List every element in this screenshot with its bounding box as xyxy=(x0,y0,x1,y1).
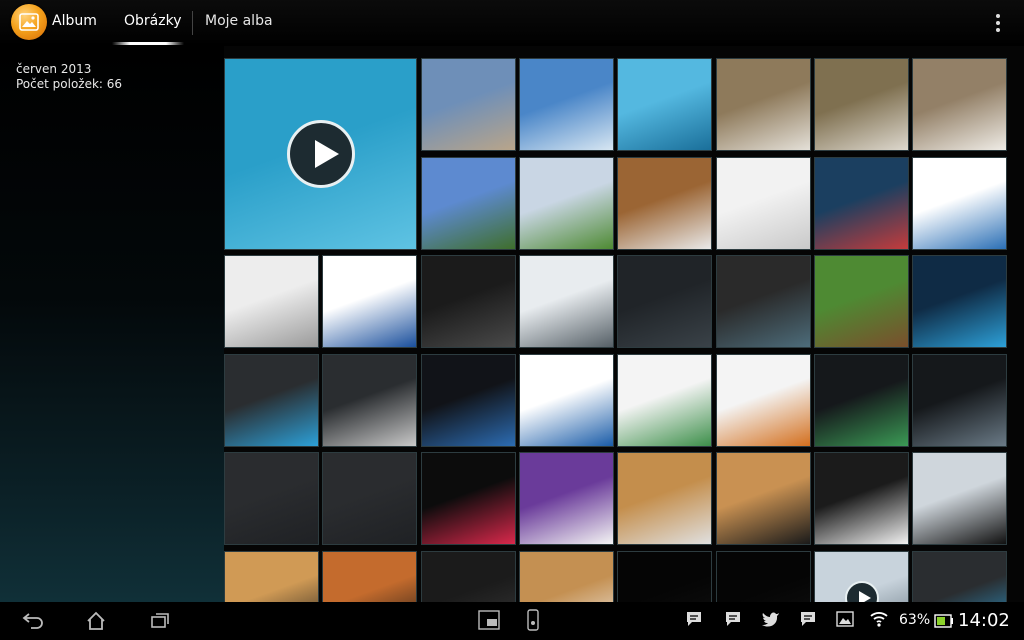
tab-divider xyxy=(192,11,193,35)
tab-my-albums[interactable]: Moje alba xyxy=(205,13,273,29)
thumbnail-screenshot-text-1[interactable] xyxy=(912,157,1007,250)
thumbnail-screenshot-home-3[interactable] xyxy=(912,551,1007,602)
thumbnail-screenshot-home-1[interactable] xyxy=(814,157,909,250)
twitter-icon xyxy=(762,611,780,631)
thumbnail-screenshot-settings-2[interactable] xyxy=(224,354,319,447)
home-icon[interactable] xyxy=(86,611,106,635)
thumbnail-cat-2[interactable] xyxy=(814,58,909,151)
thumbnail-video-pool[interactable] xyxy=(224,58,417,250)
thumbnail-devices-3[interactable] xyxy=(814,452,909,545)
small-apps-icon[interactable] xyxy=(478,610,500,634)
recent-apps-icon[interactable] xyxy=(150,611,170,633)
thumbnail-devices-4[interactable] xyxy=(912,452,1007,545)
thumbnail-screenshot-home-2[interactable] xyxy=(421,354,516,447)
thumbnail-pool-blue[interactable] xyxy=(617,58,712,151)
thumbnail-screenshot-dark-1[interactable] xyxy=(617,255,712,348)
battery-percent: 63% xyxy=(899,612,931,628)
album-app-icon[interactable] xyxy=(11,4,47,40)
thumbnail-devices-5[interactable] xyxy=(224,551,319,602)
thumbnail-screenshot-settings-1[interactable] xyxy=(519,255,614,348)
clock: 14:02 xyxy=(958,610,1010,631)
battery-icon xyxy=(934,613,954,632)
back-icon[interactable] xyxy=(22,611,44,633)
thumbnail-screenshot-clock[interactable] xyxy=(421,452,516,545)
thumbnail-video-sky[interactable] xyxy=(814,551,909,602)
group-info: červen 2013 Počet položek: 66 xyxy=(16,62,122,92)
thumbnail-screenshot-maps[interactable] xyxy=(519,452,614,545)
thumbnail-tv-dark[interactable] xyxy=(421,551,516,602)
thumbnail-screenshot-dark-2[interactable] xyxy=(224,452,319,545)
thumbnail-garden-2[interactable] xyxy=(519,157,614,250)
thumbnail-screenshot-ui-1[interactable] xyxy=(716,157,811,250)
thumbnail-black-1[interactable] xyxy=(617,551,712,602)
thumbnail-tablet-on-wood[interactable] xyxy=(617,157,712,250)
chat-notification-icon xyxy=(800,611,816,631)
thumbnail-screenshot-web-samsung[interactable] xyxy=(519,354,614,447)
thumbnail-screenshot-keypad[interactable] xyxy=(716,255,811,348)
thumbnail-garden-1[interactable] xyxy=(421,157,516,250)
thumbnail-screenshot-code-1[interactable] xyxy=(814,354,909,447)
wifi-icon xyxy=(870,611,888,631)
app-title[interactable]: Album xyxy=(52,13,97,29)
tab-pictures[interactable]: Obrázky xyxy=(124,13,181,29)
thumbnail-clouds[interactable] xyxy=(519,58,614,151)
thumbnail-black-2[interactable] xyxy=(716,551,811,602)
thumbnail-screenshot-doc-1[interactable] xyxy=(224,255,319,348)
action-bar: Album Obrázky Moje alba xyxy=(0,0,1024,46)
screenshot-phone-icon[interactable] xyxy=(527,609,539,635)
thumbnail-devices-2[interactable] xyxy=(716,452,811,545)
thumbnail-cat-1[interactable] xyxy=(716,58,811,151)
thumbnail-pergola[interactable] xyxy=(421,58,516,151)
thumbnail-devices-1[interactable] xyxy=(617,452,712,545)
thumbnail-tv-show[interactable] xyxy=(912,255,1007,348)
overflow-menu-icon[interactable] xyxy=(990,12,1006,34)
group-item-count: Počet položek: 66 xyxy=(16,77,123,91)
system-bar: 63% 14:02 xyxy=(0,602,1024,640)
thumbnail-devices-6[interactable] xyxy=(519,551,614,602)
thumbnail-screenshot-doc-2[interactable] xyxy=(322,255,417,348)
thumbnail-screenshot-web-1[interactable] xyxy=(617,354,712,447)
thumbnail-cat-3[interactable] xyxy=(912,58,1007,151)
thumbnail-screenshot-dark-3[interactable] xyxy=(322,452,417,545)
thumbnail-gazebo[interactable] xyxy=(814,255,909,348)
chat-notification-icon xyxy=(725,611,741,631)
play-icon[interactable] xyxy=(286,120,355,188)
thumbnail-screenshot-calc[interactable] xyxy=(421,255,516,348)
play-icon[interactable] xyxy=(844,580,879,602)
info-panel: červen 2013 Počet položek: 66 xyxy=(0,46,224,602)
thumbnail-screenshot-web-2[interactable] xyxy=(716,354,811,447)
thumbnail-screenshot-chart[interactable] xyxy=(322,354,417,447)
thumbnail-grid xyxy=(224,46,1024,602)
thumbnail-screenshot-code-2[interactable] xyxy=(912,354,1007,447)
chat-notification-icon xyxy=(686,611,702,631)
group-date: červen 2013 xyxy=(16,62,92,76)
tab-selected-indicator xyxy=(112,42,184,45)
thumbnail-keyboard[interactable] xyxy=(322,551,417,602)
image-notification-icon xyxy=(836,611,854,631)
